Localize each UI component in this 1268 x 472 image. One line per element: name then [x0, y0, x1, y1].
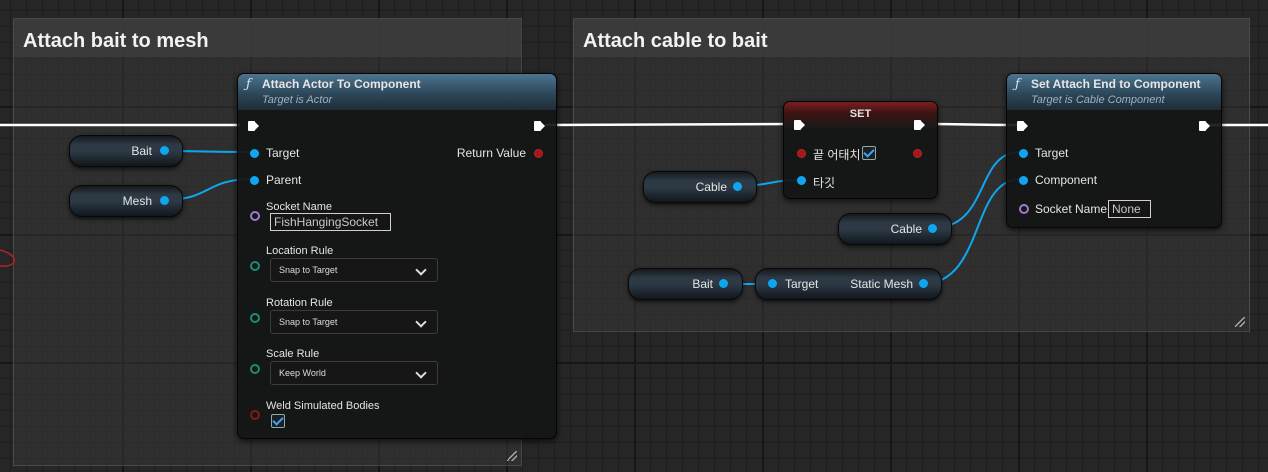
exec-out-pin[interactable] [1199, 120, 1211, 132]
set-variable-node[interactable]: SET 끝 어태치 타깃 [783, 101, 938, 199]
node-title: Set Attach End to Component [1031, 77, 1201, 91]
static-mesh-label: Static Mesh [850, 277, 913, 291]
bait-variable-node-2[interactable]: Bait [628, 268, 743, 300]
static-mesh-getter-node[interactable]: Target Static Mesh [755, 268, 942, 300]
variable-label: Cable [695, 180, 727, 194]
socket-name-pin[interactable] [1019, 204, 1029, 214]
exec-in-pin[interactable] [1017, 120, 1029, 132]
bait-variable-node[interactable]: Bait [69, 135, 183, 167]
resize-handle-icon[interactable] [1235, 317, 1245, 327]
target-input-pin[interactable] [797, 176, 806, 185]
mesh-variable-node[interactable]: Mesh [69, 185, 183, 217]
target-pin[interactable] [250, 149, 259, 158]
socket-name-input[interactable]: FishHangingSocket [270, 213, 391, 231]
scale-rule-dropdown[interactable]: Keep World [270, 361, 438, 385]
bait-output-pin[interactable] [719, 279, 728, 288]
bool-checkbox[interactable] [862, 146, 876, 160]
cable-output-pin[interactable] [928, 224, 937, 233]
function-icon: ƒ [246, 77, 251, 92]
exec-in-pin[interactable] [248, 120, 260, 132]
resize-handle-icon[interactable] [507, 451, 517, 461]
node-title: Attach Actor To Component [262, 77, 421, 91]
set-attach-end-to-component-node[interactable]: ƒ Set Attach End to Component Target is … [1006, 73, 1222, 228]
target-pin[interactable] [1019, 149, 1028, 158]
location-rule-dropdown[interactable]: Snap to Target [270, 258, 438, 282]
dropdown-value: Snap to Target [279, 265, 338, 275]
comment-title[interactable]: Attach bait to mesh [14, 19, 521, 57]
bool-input-pin[interactable] [797, 149, 806, 158]
location-rule-label: Location Rule [266, 245, 334, 257]
socket-name-label: Socket Name [266, 201, 333, 213]
target-input-pin[interactable] [768, 279, 777, 288]
function-icon: ƒ [1015, 77, 1020, 92]
return-value-pin[interactable] [534, 149, 543, 158]
cable-variable-node-2[interactable]: Cable [838, 213, 952, 245]
component-pin[interactable] [1019, 176, 1028, 185]
bait-output-pin[interactable] [160, 146, 169, 155]
comment-title[interactable]: Attach cable to bait [574, 19, 1249, 57]
rotation-rule-dropdown[interactable]: Snap to Target [270, 310, 438, 334]
scale-rule-pin[interactable] [250, 364, 260, 374]
chevron-down-icon [415, 367, 427, 379]
component-pin-label: Component [1035, 173, 1098, 187]
weld-checkbox[interactable] [271, 414, 285, 428]
rotation-rule-label: Rotation Rule [266, 297, 333, 309]
rotation-rule-pin[interactable] [250, 313, 260, 323]
cable-variable-node[interactable]: Cable [643, 171, 757, 203]
location-rule-pin[interactable] [250, 261, 260, 271]
socket-name-label: Socket Name [1035, 202, 1108, 216]
chevron-down-icon [415, 264, 427, 276]
chevron-down-icon [415, 316, 427, 328]
target-label: 타깃 [813, 176, 836, 190]
return-value-label: Return Value [456, 146, 526, 160]
exec-out-pin[interactable] [914, 119, 926, 131]
variable-label: Mesh [122, 194, 152, 208]
attach-actor-to-component-node[interactable]: ƒ Attach Actor To Component Target is Ac… [237, 73, 557, 439]
socket-name-input[interactable]: None [1108, 200, 1151, 218]
target-label: Target [785, 277, 819, 291]
node-subtitle: Target is Actor [262, 94, 333, 106]
bool-label: 끝 어태치 [813, 148, 861, 162]
weld-simulated-bodies-label: Weld Simulated Bodies [266, 400, 380, 412]
target-pin-label: Target [1035, 146, 1069, 160]
mesh-output-pin[interactable] [160, 196, 169, 205]
parent-pin-label: Parent [266, 173, 302, 187]
socket-name-pin[interactable] [250, 211, 260, 221]
weld-pin[interactable] [250, 410, 260, 420]
target-pin-label: Target [266, 146, 300, 160]
scale-rule-label: Scale Rule [266, 348, 320, 360]
checkmark-icon [272, 414, 284, 426]
parent-pin[interactable] [250, 176, 259, 185]
variable-label: Bait [692, 277, 713, 291]
bool-output-pin[interactable] [913, 149, 922, 158]
static-mesh-output-pin[interactable] [919, 279, 928, 288]
variable-label: Cable [890, 222, 922, 236]
variable-label: Bait [131, 144, 152, 158]
dropdown-value: Keep World [279, 368, 326, 378]
cable-output-pin[interactable] [733, 182, 742, 191]
node-subtitle: Target is Cable Component [1031, 94, 1165, 106]
checkmark-icon [863, 146, 875, 158]
dropdown-value: Snap to Target [279, 317, 338, 327]
exec-out-pin[interactable] [534, 120, 546, 132]
exec-in-pin[interactable] [794, 119, 806, 131]
